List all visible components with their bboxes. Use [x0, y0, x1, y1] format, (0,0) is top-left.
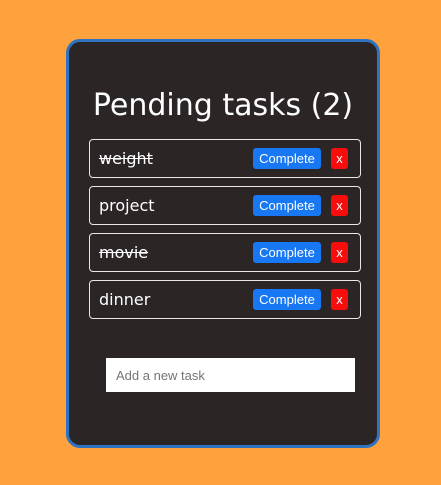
complete-button[interactable]: Complete [253, 195, 321, 216]
new-task-input[interactable] [106, 358, 355, 392]
delete-button[interactable]: x [331, 195, 348, 216]
todo-card: Pending tasks (2) weight Complete x proj… [66, 39, 380, 448]
task-text: weight [99, 149, 153, 168]
task-text: dinner [99, 290, 151, 309]
task-item: movie Complete x [89, 233, 361, 272]
task-item: weight Complete x [89, 139, 361, 178]
task-text: movie [99, 243, 149, 262]
delete-button[interactable]: x [331, 289, 348, 310]
complete-button[interactable]: Complete [253, 289, 321, 310]
complete-button[interactable]: Complete [253, 148, 321, 169]
delete-button[interactable]: x [331, 242, 348, 263]
task-text: project [99, 196, 155, 215]
task-item: project Complete x [89, 186, 361, 225]
task-list: weight Complete x project Complete x mov… [89, 139, 361, 327]
complete-button[interactable]: Complete [253, 242, 321, 263]
task-item: dinner Complete x [89, 280, 361, 319]
page-title: Pending tasks (2) [92, 88, 354, 123]
delete-button[interactable]: x [331, 148, 348, 169]
